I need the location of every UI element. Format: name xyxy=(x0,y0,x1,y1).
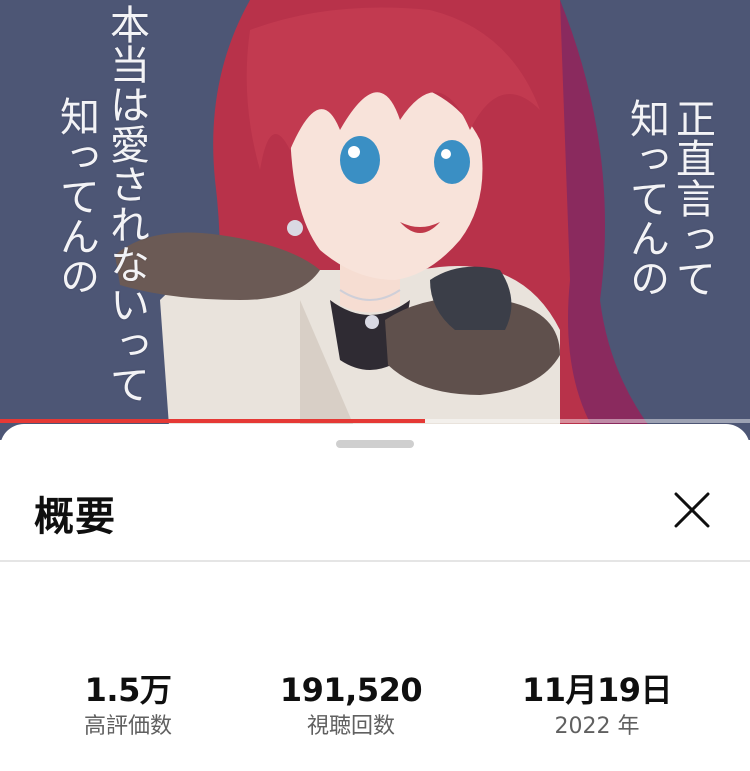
publish-year: 2022 年 xyxy=(554,714,640,739)
video-progress-fill xyxy=(0,419,426,423)
video-progress-bar[interactable] xyxy=(0,419,750,423)
views-label: 視聴回数 xyxy=(306,714,395,739)
publish-date: 11月19日 xyxy=(521,671,673,709)
lyric-text: 正直言って xyxy=(669,98,715,298)
divider xyxy=(0,560,750,562)
description-sheet: 概要 1.5万 高評価数 191,520 視聴回数 11月19日 2022 年 xyxy=(0,424,750,771)
views-count: 191,520 xyxy=(279,671,423,709)
lyric-text: 知ってんの xyxy=(623,98,669,298)
video-player[interactable]: 本当は愛されないって 知ってんの 正直言って 知ってんの xyxy=(0,0,750,440)
close-button[interactable] xyxy=(664,482,720,538)
sheet-title: 概要 xyxy=(34,494,116,540)
publish-date-stat: 11月19日 2022 年 xyxy=(487,670,707,742)
views-stat: 191,520 視聴回数 xyxy=(241,670,461,742)
lyric-text: 知ってんの xyxy=(53,96,99,296)
video-description-screen: 本当は愛されないって 知ってんの 正直言って 知ってんの 概要 1.5万 高評価… xyxy=(0,0,750,771)
likes-count: 1.5万 xyxy=(84,671,172,709)
lyric-text: 本当は愛されないって xyxy=(103,4,149,404)
likes-label: 高評価数 xyxy=(83,714,172,739)
drag-handle[interactable] xyxy=(336,440,414,448)
close-x-icon xyxy=(674,492,710,528)
likes-stat: 1.5万 高評価数 xyxy=(18,670,238,742)
